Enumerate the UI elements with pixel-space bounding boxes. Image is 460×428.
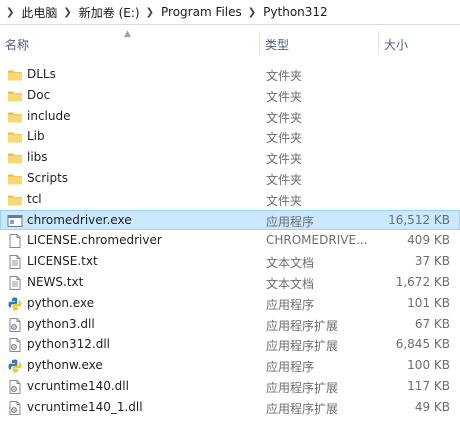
file-type: 文件夹	[266, 110, 303, 125]
dll-file-icon	[7, 379, 23, 395]
python-icon	[7, 296, 23, 312]
chevron-right-icon[interactable]: ❯	[6, 7, 14, 18]
file-list: DLLs 文件夹 Doc 文件夹 include 文件夹 Lib 文件夹 libs 文件夹 Scri…	[0, 64, 460, 418]
file-type: 应用程序	[266, 214, 315, 229]
blank-file-icon	[7, 233, 23, 249]
folder-icon	[7, 171, 23, 187]
file-size: 100 KB	[407, 358, 450, 373]
file-size: 1,672 KB	[395, 274, 450, 289]
dll-file-icon	[7, 317, 23, 333]
file-type: 文件夹	[266, 152, 303, 167]
file-name: NEWS.txt	[27, 274, 84, 289]
breadcrumb-drive-e[interactable]: 新加卷 (E:)	[79, 4, 140, 21]
dll-file-icon	[7, 337, 23, 353]
file-row[interactable]: python3.dll 应用程序扩展 67 KB	[0, 314, 460, 335]
file-type: 文本文档	[266, 256, 315, 271]
file-type: 文件夹	[266, 172, 303, 187]
file-name: vcruntime140.dll	[27, 378, 129, 393]
file-name: python.exe	[27, 295, 95, 310]
file-type: 应用程序	[266, 297, 315, 312]
file-name: Scripts	[27, 170, 69, 185]
column-header-name[interactable]: 名称	[5, 36, 29, 53]
folder-icon	[7, 109, 23, 125]
text-file-icon	[7, 254, 23, 270]
file-size: 409 KB	[407, 233, 450, 248]
column-header-size[interactable]: 大小	[384, 36, 408, 53]
file-name: libs	[27, 150, 48, 165]
file-name: include	[27, 108, 71, 123]
file-size: 49 KB	[414, 399, 450, 414]
column-divider[interactable]	[378, 31, 379, 55]
file-name: python312.dll	[27, 337, 110, 352]
file-name: python3.dll	[27, 316, 95, 331]
file-type: 文本文档	[266, 276, 315, 291]
file-row[interactable]: DLLs 文件夹	[0, 64, 460, 85]
file-type: CHROMEDRIVE...	[266, 233, 368, 248]
file-row[interactable]: chromedriver.exe 应用程序 16,512 KB	[0, 209, 460, 231]
file-row[interactable]: vcruntime140.dll 应用程序扩展 117 KB	[0, 376, 460, 397]
column-header-type[interactable]: 类型	[265, 36, 289, 53]
file-type: 应用程序	[266, 360, 315, 375]
file-type: 文件夹	[266, 131, 303, 146]
chevron-right-icon[interactable]: ❯	[63, 7, 71, 18]
dll-file-icon	[7, 400, 23, 416]
file-type: 文件夹	[266, 69, 303, 83]
file-row[interactable]: vcruntime140_1.dll 应用程序扩展 49 KB	[0, 397, 460, 418]
address-bar[interactable]: ❯ 此电脑 ❯ 新加卷 (E:) ❯ Program Files ❯ Pytho…	[0, 0, 460, 25]
file-row[interactable]: Doc 文件夹	[0, 85, 460, 106]
file-row[interactable]: Scripts 文件夹	[0, 168, 460, 189]
file-row[interactable]: python.exe 应用程序 101 KB	[0, 293, 460, 314]
file-row[interactable]: include 文件夹	[0, 106, 460, 127]
file-name: vcruntime140_1.dll	[27, 399, 143, 414]
file-row[interactable]: LICENSE.chromedriver CHROMEDRIVE... 409 KB	[0, 230, 460, 251]
python-icon	[7, 358, 23, 374]
file-row[interactable]: pythonw.exe 应用程序 100 KB	[0, 355, 460, 376]
sort-ascending-icon: ▲	[124, 29, 131, 39]
file-size: 67 KB	[414, 316, 450, 331]
text-file-icon	[7, 275, 23, 291]
folder-icon	[7, 88, 23, 104]
breadcrumb-python312[interactable]: Python312	[263, 5, 328, 19]
file-row[interactable]: NEWS.txt 文本文档 1,672 KB	[0, 272, 460, 293]
file-type: 应用程序扩展	[266, 339, 339, 354]
chevron-right-icon[interactable]: ❯	[146, 7, 154, 18]
file-name: pythonw.exe	[27, 358, 103, 373]
file-size: 101 KB	[407, 295, 450, 310]
file-row[interactable]: libs 文件夹	[0, 147, 460, 168]
application-icon	[7, 213, 23, 229]
file-type: 应用程序扩展	[266, 401, 339, 416]
folder-icon	[7, 129, 23, 145]
file-row[interactable]: python312.dll 应用程序扩展 6,845 KB	[0, 334, 460, 355]
file-row[interactable]: LICENSE.txt 文本文档 37 KB	[0, 251, 460, 272]
file-size: 16,512 KB	[388, 212, 450, 227]
folder-icon	[7, 150, 23, 166]
file-size: 37 KB	[414, 254, 450, 269]
file-name: Doc	[27, 87, 51, 102]
breadcrumb-program-files[interactable]: Program Files	[161, 5, 242, 19]
file-name: chromedriver.exe	[27, 212, 132, 227]
folder-icon	[7, 67, 23, 83]
file-size: 6,845 KB	[395, 337, 450, 352]
file-name: LICENSE.txt	[27, 254, 98, 269]
folder-icon	[7, 192, 23, 208]
breadcrumb-this-pc[interactable]: 此电脑	[21, 4, 57, 21]
column-header: ▲ 名称 类型 大小	[0, 29, 460, 55]
file-row[interactable]: tcl 文件夹	[0, 189, 460, 210]
file-name: Lib	[27, 129, 45, 144]
chevron-right-icon[interactable]: ❯	[248, 7, 256, 18]
file-type: 应用程序扩展	[266, 318, 339, 333]
file-type: 文件夹	[266, 193, 303, 208]
column-divider[interactable]	[259, 31, 260, 55]
file-type: 文件夹	[266, 89, 303, 104]
file-name: tcl	[27, 191, 42, 206]
file-type: 应用程序扩展	[266, 380, 339, 395]
file-size: 117 KB	[407, 378, 450, 393]
file-name: DLLs	[27, 67, 56, 81]
file-row[interactable]: Lib 文件夹	[0, 126, 460, 147]
file-name: LICENSE.chromedriver	[27, 233, 162, 248]
